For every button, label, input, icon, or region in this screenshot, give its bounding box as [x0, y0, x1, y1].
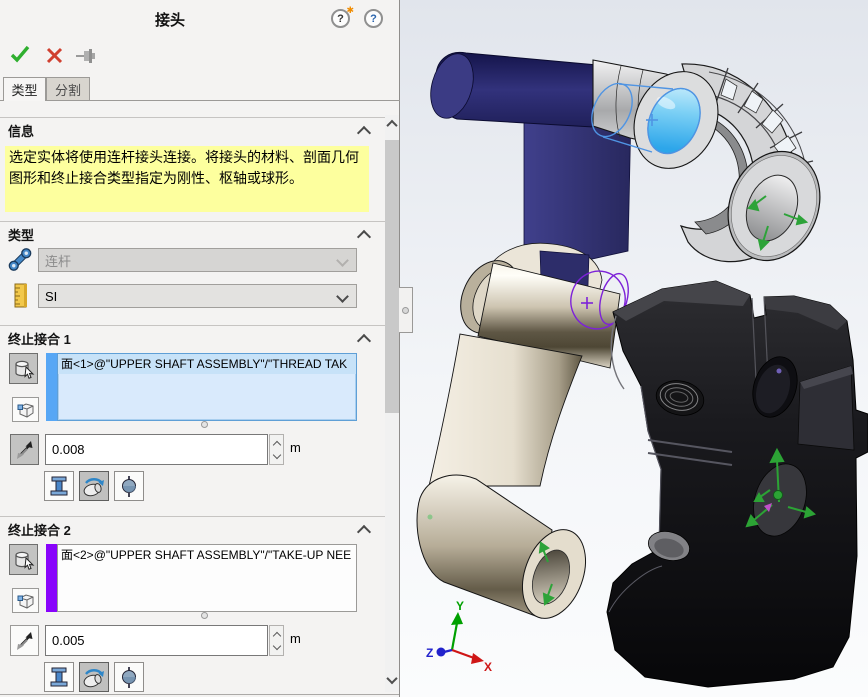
section-info-header: 信息	[8, 121, 34, 140]
pivot-joint-button[interactable]	[79, 471, 109, 501]
page-title: 接头	[30, 9, 310, 30]
unit-label: m	[290, 440, 301, 455]
spinner-down-icon[interactable]	[273, 451, 281, 459]
x-icon	[46, 47, 63, 64]
length-input-1[interactable]	[45, 434, 268, 465]
selection-color-bar-1	[46, 353, 57, 421]
solidworks-window: 接头 ? ✱ ? 类型 分割	[0, 0, 868, 697]
handle-dot-icon	[402, 307, 409, 314]
spinner-down-icon[interactable]	[273, 642, 281, 650]
panel-collapse-handle[interactable]	[399, 287, 413, 333]
chevron-down-icon	[386, 673, 397, 684]
select-vertex-button[interactable]	[12, 588, 39, 613]
selection-item[interactable]: 面<2>@"UPPER SHAFT ASSEMBLY"/"TAKE-UP NEE	[58, 545, 356, 565]
diagonal-arrows-icon	[14, 439, 36, 461]
spherical-joint-icon	[117, 474, 141, 498]
length-spinner-2[interactable]	[269, 625, 284, 656]
panel-bottom-border	[0, 694, 400, 695]
3d-scene[interactable]: Y X Z	[400, 0, 868, 697]
select-vertex-button[interactable]	[12, 397, 39, 422]
scrollbar-thumb[interactable]	[385, 140, 399, 413]
pivot-joint-button[interactable]	[79, 662, 109, 692]
scroll-down-button[interactable]	[385, 671, 399, 689]
help-button[interactable]: ?	[364, 9, 383, 28]
rigid-joint-icon	[47, 474, 71, 498]
tab-divider	[0, 100, 400, 101]
ruler-icon	[11, 282, 31, 308]
collapse-chevron-icon[interactable]	[357, 230, 371, 244]
section-end2-header: 终止接合 2	[8, 520, 71, 539]
length-spinner-1[interactable]	[269, 434, 284, 465]
vertex-cube-icon	[16, 400, 36, 420]
whats-new-help-button[interactable]: ? ✱	[331, 9, 350, 28]
collapse-chevron-icon[interactable]	[357, 126, 371, 140]
cylinder-face-icon	[13, 358, 35, 380]
chevron-up-icon	[386, 120, 397, 131]
cancel-button[interactable]	[42, 43, 66, 67]
length-input-2[interactable]	[45, 625, 268, 656]
property-manager-panel: 接头 ? ✱ ? 类型 分割	[0, 0, 400, 697]
collapse-chevron-icon[interactable]	[357, 525, 371, 539]
section-end-joint-2: 终止接合 2 面<2>@"UPPER SHAFT ASSEMBLY"/"TAKE…	[0, 516, 385, 695]
scroll-up-button[interactable]	[385, 115, 399, 133]
chevron-down-icon	[336, 290, 349, 303]
link-icon	[8, 247, 32, 271]
spinner-up-icon[interactable]	[273, 441, 281, 449]
tab-split[interactable]: 分割	[46, 77, 90, 101]
chevron-down-icon	[336, 254, 349, 267]
section-type-header: 类型	[8, 225, 34, 244]
collapse-chevron-icon[interactable]	[357, 334, 371, 348]
rigid-joint-button[interactable]	[44, 662, 74, 692]
length-direction-button[interactable]	[10, 625, 39, 656]
unit-label: m	[290, 631, 301, 646]
select-face-button[interactable]	[9, 544, 38, 575]
selection-list-1[interactable]: 面<1>@"UPPER SHAFT ASSEMBLY"/"THREAD TAK	[57, 353, 357, 421]
selection-item[interactable]: 面<1>@"UPPER SHAFT ASSEMBLY"/"THREAD TAK	[58, 354, 356, 374]
z-axis-ball	[437, 648, 446, 657]
connector-type-select: 连杆	[38, 248, 357, 272]
rigid-joint-button[interactable]	[44, 471, 74, 501]
units-select[interactable]: SI	[38, 284, 357, 308]
spherical-joint-icon	[117, 665, 141, 689]
diagonal-arrows-icon	[14, 630, 36, 652]
pivot-joint-icon	[82, 665, 106, 689]
new-star-icon: ✱	[346, 5, 354, 16]
section-info: 信息 选定实体将使用连杆接头连接。将接头的材料、剖面几何图形和终止接合类型指定为…	[0, 117, 385, 221]
vertex-cube-icon	[16, 591, 36, 611]
section-end-joint-1: 终止接合 1 面<1>@"UPPER SHAFT ASSEMBLY"/"THRE…	[0, 325, 385, 516]
info-message: 选定实体将使用连杆接头连接。将接头的材料、剖面几何图形和终止接合类型指定为刚性、…	[5, 146, 369, 212]
section-type: 类型 连杆	[0, 221, 385, 325]
y-axis-label: Y	[456, 599, 464, 613]
selection-color-bar-2	[46, 544, 57, 612]
spherical-joint-button[interactable]	[114, 662, 144, 692]
check-icon	[9, 44, 31, 64]
list-resize-grip[interactable]	[201, 612, 208, 619]
selection-list-2[interactable]: 面<2>@"UPPER SHAFT ASSEMBLY"/"TAKE-UP NEE	[57, 544, 357, 612]
cylinder-face-icon	[13, 549, 35, 571]
list-resize-grip[interactable]	[201, 421, 208, 428]
pin-button[interactable]	[74, 44, 98, 68]
pivot-joint-icon	[82, 474, 106, 498]
pin-icon	[75, 48, 97, 64]
select-face-button[interactable]	[9, 353, 38, 384]
graphics-viewport[interactable]: Y X Z	[400, 0, 868, 697]
x-axis-label: X	[484, 660, 492, 674]
rigid-joint-icon	[47, 665, 71, 689]
spherical-joint-button[interactable]	[114, 471, 144, 501]
spinner-up-icon[interactable]	[273, 632, 281, 640]
panel-scrollbar[interactable]	[385, 115, 399, 692]
z-axis-label: Z	[426, 646, 433, 660]
tab-type[interactable]: 类型	[3, 77, 46, 101]
length-direction-button[interactable]	[10, 434, 39, 465]
ok-button[interactable]	[8, 42, 32, 66]
section-end1-header: 终止接合 1	[8, 329, 71, 348]
